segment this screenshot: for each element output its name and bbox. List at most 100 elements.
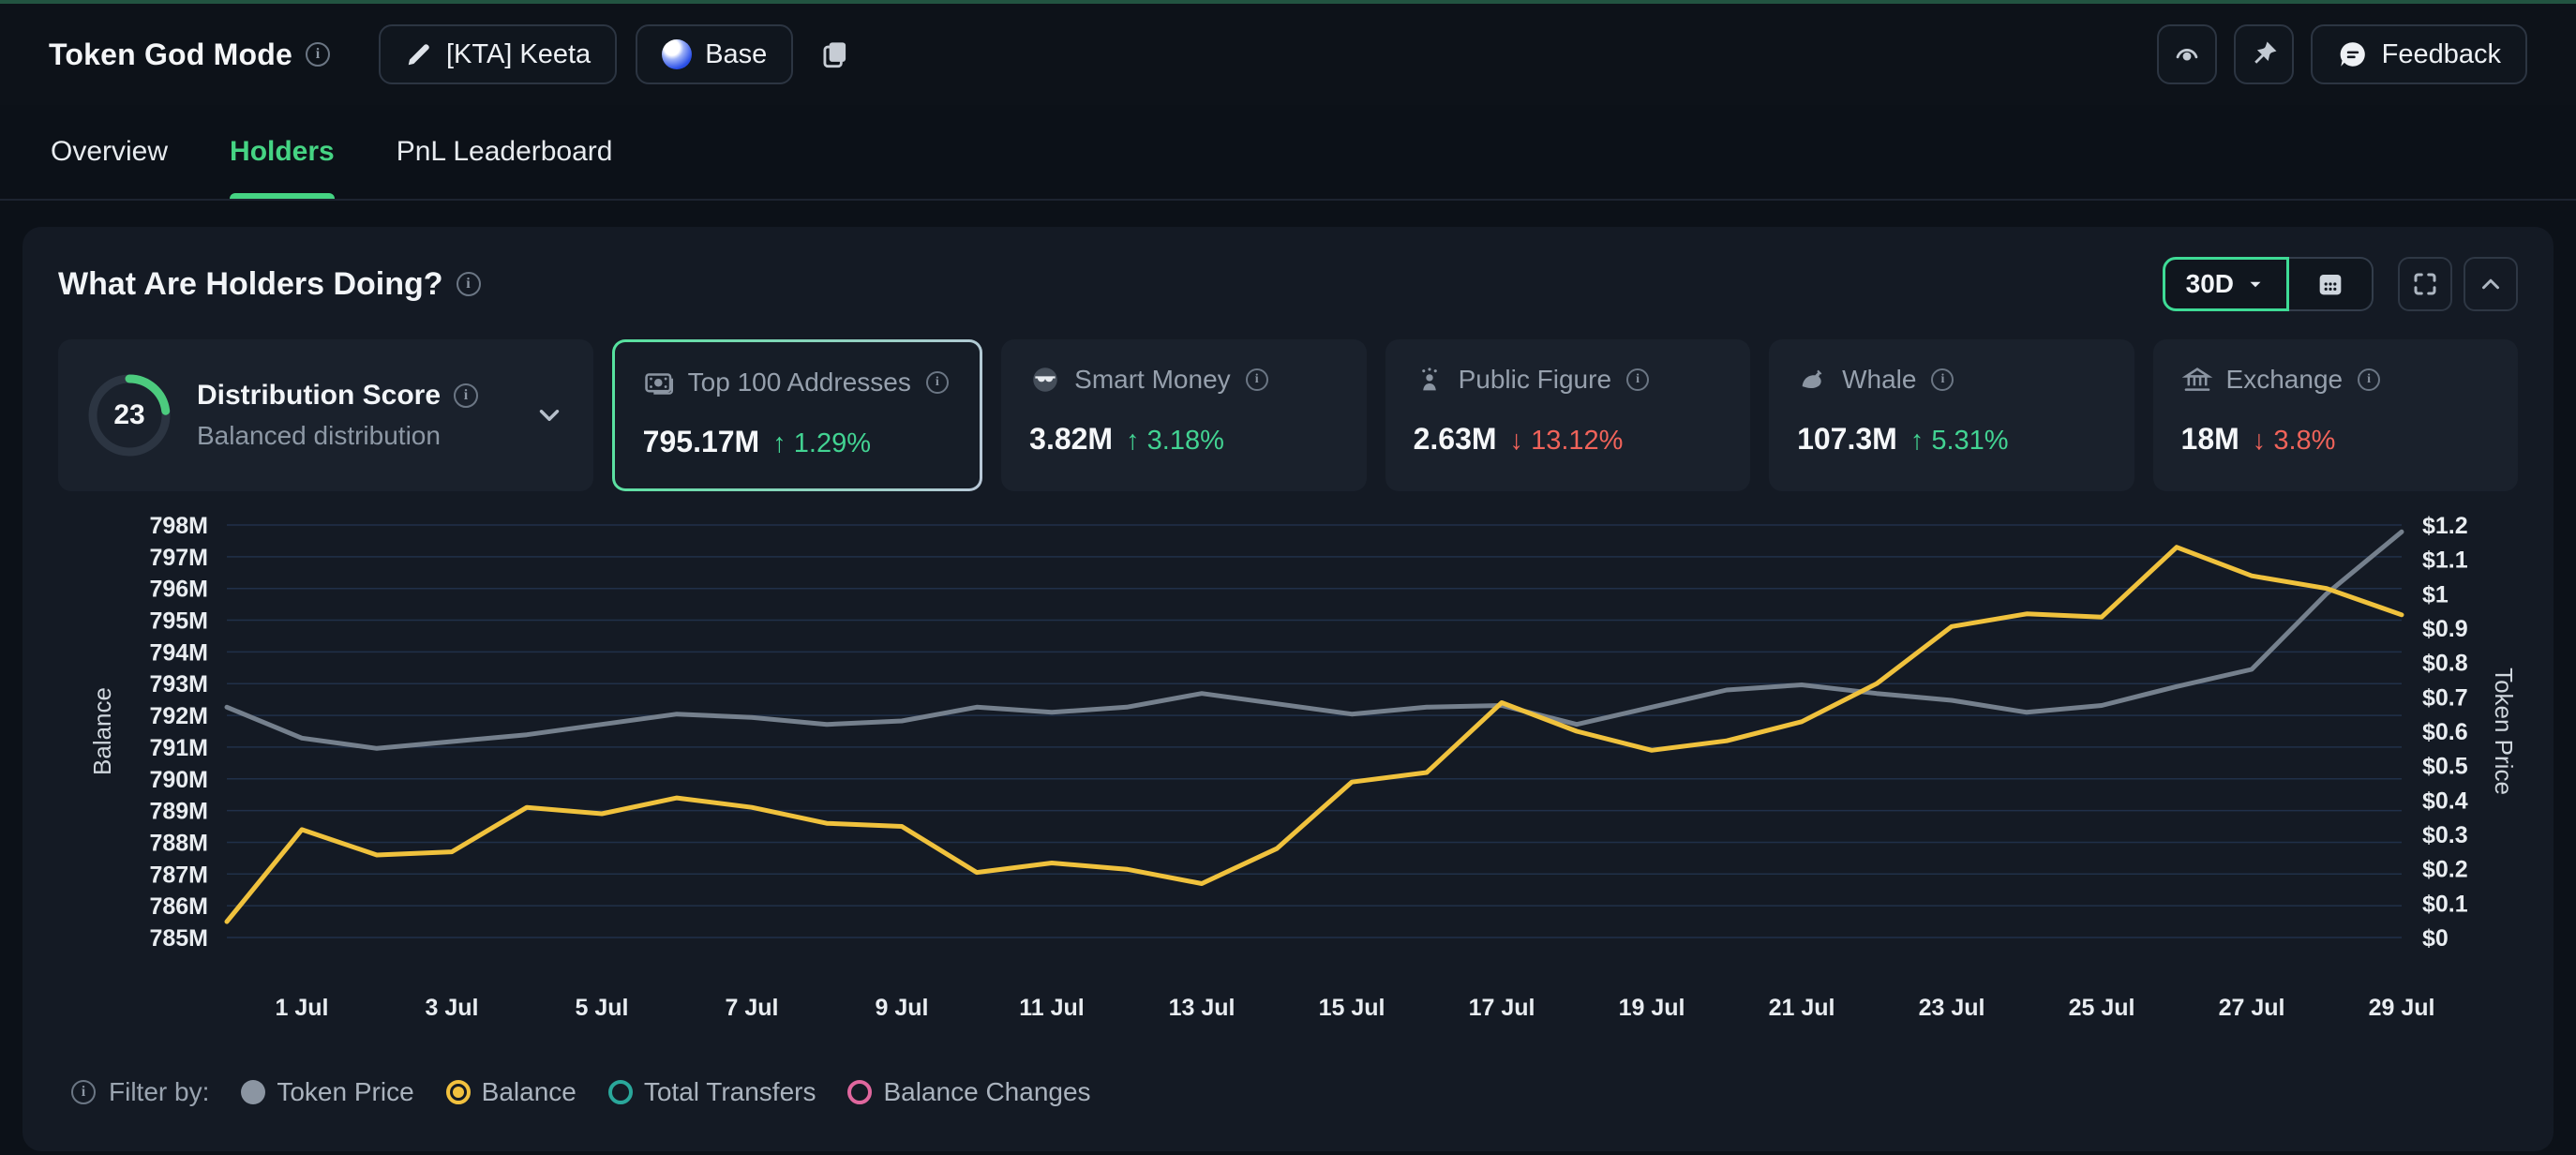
tab-pnl-leaderboard-label: PnL Leaderboard (397, 136, 613, 168)
pin-button[interactable] (2234, 24, 2294, 84)
svg-text:$0.6: $0.6 (2422, 719, 2468, 745)
balance-line (227, 548, 2402, 922)
distribution-score-info-icon[interactable] (454, 383, 478, 408)
svg-text:$1.2: $1.2 (2422, 513, 2468, 539)
left-axis-title: Balance (88, 687, 116, 775)
top-header-bar: Token God Mode [KTA] Keeta Base Feedback (0, 0, 2576, 105)
stat-value: 3.82M (1029, 422, 1113, 457)
chevron-up-icon (2477, 270, 2505, 298)
stat-card-whale[interactable]: Whale 107.3M ↑ 5.31% (1769, 339, 2134, 491)
svg-text:793M: 793M (149, 671, 208, 698)
svg-text:790M: 790M (149, 767, 208, 793)
stat-label: Exchange (2226, 365, 2344, 395)
watch-token-button[interactable] (2157, 24, 2217, 84)
chart-filter-row: Filter by: Token Price Balance Total Tra… (58, 1077, 2518, 1107)
svg-text:25 Jul: 25 Jul (2069, 995, 2135, 1021)
filter-option-total-transfers[interactable]: Total Transfers (608, 1077, 816, 1107)
svg-text:786M: 786M (149, 893, 208, 920)
stat-value: 2.63M (1414, 422, 1497, 457)
stat-value: 795.17M (643, 425, 760, 459)
svg-text:$0.7: $0.7 (2422, 684, 2468, 711)
stat-card-top-100-addresses[interactable]: Top 100 Addresses 795.17M ↑ 1.29% (612, 339, 982, 491)
stat-card-exchange[interactable]: Exchange 18M ↓ 3.8% (2153, 339, 2518, 491)
balance-radio-icon (446, 1080, 471, 1104)
banknote-icon (643, 367, 675, 398)
distribution-score-value: 23 (86, 372, 172, 458)
token-selector-label: [KTA] Keeta (446, 39, 591, 70)
svg-text:27 Jul: 27 Jul (2219, 995, 2285, 1021)
svg-text:29 Jul: 29 Jul (2369, 995, 2435, 1021)
token-price-radio-icon (241, 1080, 265, 1104)
tab-holders[interactable]: Holders (230, 105, 335, 199)
token-selector-button[interactable]: [KTA] Keeta (379, 24, 617, 84)
page-tabs: Overview Holders PnL Leaderboard (0, 105, 2576, 201)
pushpin-icon (2248, 38, 2280, 70)
svg-text:7 Jul: 7 Jul (726, 995, 779, 1021)
stat-card-public-figure[interactable]: Public Figure 2.63M ↓ 13.12% (1385, 339, 1750, 491)
chevron-down-icon (2245, 274, 2266, 294)
filter-option-balance[interactable]: Balance (446, 1077, 577, 1107)
distribution-score-gauge: 23 (86, 372, 172, 458)
filter-option-label: Balance (482, 1077, 577, 1107)
filter-info-icon[interactable] (71, 1080, 96, 1104)
svg-text:788M: 788M (149, 830, 208, 856)
stat-card-distribution-score[interactable]: 23 Distribution Score Balanced distribut… (58, 339, 593, 491)
filter-option-label: Balance Changes (883, 1077, 1090, 1107)
title-info-icon[interactable] (306, 42, 330, 67)
stat-change: ↑ 1.29% (772, 428, 871, 459)
holders-activity-panel: What Are Holders Doing? 30D (22, 227, 2554, 1151)
panel-info-icon[interactable] (457, 272, 481, 296)
svg-text:789M: 789M (149, 799, 208, 825)
stat-info-icon[interactable] (1931, 368, 1954, 391)
svg-text:23 Jul: 23 Jul (1919, 995, 1985, 1021)
stat-info-icon[interactable] (1246, 368, 1268, 391)
tab-overview[interactable]: Overview (51, 105, 168, 199)
holder-stats-row: 23 Distribution Score Balanced distribut… (58, 339, 2518, 491)
right-axis-ticks: $1.2$1.1$1$0.9$0.8$0.7$0.6$0.5$0.4$0.3$0… (2422, 513, 2468, 952)
tab-pnl-leaderboard[interactable]: PnL Leaderboard (397, 105, 613, 199)
tab-holders-label: Holders (230, 136, 335, 168)
tab-overview-label: Overview (51, 136, 168, 168)
stat-info-icon[interactable] (2358, 368, 2380, 391)
filter-option-balance-changes[interactable]: Balance Changes (847, 1077, 1090, 1107)
left-axis-ticks: 798M797M796M795M794M793M792M791M790M789M… (149, 513, 208, 952)
svg-text:791M: 791M (149, 735, 208, 761)
whale-icon (1797, 364, 1829, 396)
svg-text:$1.1: $1.1 (2422, 548, 2468, 574)
chain-selector-label: Base (705, 39, 767, 70)
filter-option-token-price[interactable]: Token Price (241, 1077, 413, 1107)
collapse-panel-button[interactable] (2464, 257, 2518, 311)
svg-text:798M: 798M (149, 513, 208, 539)
svg-text:1 Jul: 1 Jul (276, 995, 329, 1021)
time-range-dropdown[interactable]: 30D (2163, 257, 2289, 311)
feedback-label: Feedback (2382, 39, 2501, 70)
copy-address-icon[interactable] (817, 37, 853, 72)
balance-price-chart[interactable]: 798M797M796M795M794M793M792M791M790M789M… (58, 504, 2518, 1067)
feedback-button[interactable]: Feedback (2311, 24, 2527, 84)
chain-selector-button[interactable]: Base (636, 24, 793, 84)
stat-info-icon[interactable] (1626, 368, 1649, 391)
feedback-bubble-icon (2337, 38, 2369, 70)
app-title: Token God Mode (49, 38, 292, 72)
calendar-range-button[interactable] (2289, 257, 2374, 311)
smart-money-icon (1029, 364, 1061, 396)
stat-label: Whale (1842, 365, 1916, 395)
exchange-bank-icon (2181, 364, 2213, 396)
svg-text:785M: 785M (149, 925, 208, 952)
filter-by-label: Filter by: (109, 1077, 209, 1107)
stat-info-icon[interactable] (926, 371, 949, 394)
stat-label: Top 100 Addresses (688, 368, 911, 398)
stat-card-smart-money[interactable]: Smart Money 3.82M ↑ 3.18% (1001, 339, 1366, 491)
expand-distribution-icon[interactable] (533, 399, 565, 431)
stat-change: ↑ 5.31% (1910, 426, 2009, 457)
filter-option-label: Token Price (277, 1077, 413, 1107)
svg-text:$1: $1 (2422, 581, 2449, 608)
svg-text:$0.1: $0.1 (2422, 891, 2468, 917)
panel-title: What Are Holders Doing? (58, 266, 443, 303)
fullscreen-button[interactable] (2398, 257, 2452, 311)
stat-label: Smart Money (1074, 365, 1231, 395)
x-axis-ticks: 1 Jul3 Jul5 Jul7 Jul9 Jul11 Jul13 Jul15 … (276, 995, 2435, 1021)
stat-label: Public Figure (1459, 365, 1611, 395)
stat-value: 107.3M (1797, 422, 1897, 457)
svg-text:796M: 796M (149, 577, 208, 603)
